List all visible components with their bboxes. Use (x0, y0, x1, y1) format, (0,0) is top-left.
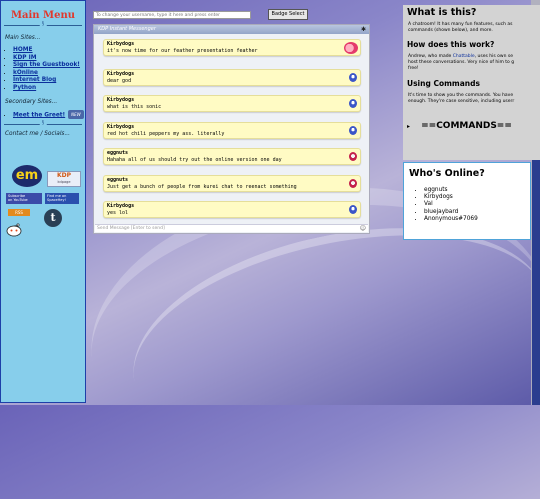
message-author: Kirbydogs (107, 41, 135, 47)
message-author: eggnuts (107, 150, 129, 156)
link-meet-the-greet[interactable]: Meet the Greet! (13, 112, 65, 118)
avatar-icon (349, 99, 357, 108)
link-python[interactable]: Python (13, 85, 36, 91)
message-text: Hahaha all of us should try out the onli… (107, 157, 282, 163)
divider: § (4, 21, 82, 27)
divider: § (4, 120, 82, 127)
info-intro: commands (shown below), and more. (408, 28, 493, 33)
avatar-icon (349, 205, 357, 214)
avatar-icon (349, 152, 357, 161)
page-edge (532, 160, 540, 405)
using-text: enough. They're case sensitive, includin… (408, 99, 515, 104)
gear-icon[interactable]: ✱ (361, 26, 366, 33)
chat-title: KDP Instant Messenger (98, 26, 156, 32)
main-links-list: HOME KDP IM Sign the Guestbook! kOnline … (1, 47, 85, 93)
message-text: it's now time for our feather presentati… (107, 48, 258, 54)
em-logo-icon[interactable]: em (12, 165, 42, 187)
message-text: red hot chili peppers my ass. literally (107, 131, 225, 137)
link-kdp-im[interactable]: KDP IM (13, 55, 37, 61)
message-author: Kirbydogs (107, 203, 135, 209)
online-user: Kirbydogs (424, 194, 530, 201)
chat-message: Kirbydogs what is this sonic (103, 95, 361, 112)
reddit-icon[interactable] (6, 222, 22, 237)
link-home[interactable]: HOME (13, 47, 33, 53)
chattable-link[interactable]: Chattable (453, 54, 475, 59)
spacehey-icon[interactable]: Find me on SpaceHey! (45, 193, 79, 204)
info-title: What is this? (407, 7, 477, 18)
tumblr-icon[interactable]: t (44, 209, 62, 227)
username-input[interactable]: To change your username, type it here an… (93, 11, 251, 19)
subscribe-youtube-icon[interactable]: Subscribe on YouTube (6, 193, 42, 204)
using-commands-title: Using Commands (407, 79, 480, 88)
send-message-input[interactable]: Send Message [Enter to send] (95, 224, 368, 232)
message-author: Kirbydogs (107, 71, 135, 77)
avatar-icon (349, 126, 357, 135)
message-author: Kirbydogs (107, 97, 135, 103)
chat-message: Kirbydogs yes lol (103, 201, 361, 218)
info-panel: What is this? A chatroom! It has many fu… (403, 5, 540, 160)
sidebar: Main Menu § Main Sites... HOME KDP IM Si… (0, 0, 86, 403)
secondary-links-list: Meet the Greet!NEW (1, 109, 85, 120)
main-sites-label: Main Sites... (5, 35, 41, 41)
message-text: yes lol (107, 210, 129, 216)
kdp-logo-icon[interactable]: KDP kdpage (47, 171, 81, 187)
chat-message: Kirbydogs it's now time for our feather … (103, 39, 361, 56)
chat-message: Kirbydogs dear god (103, 69, 361, 86)
link-internet-blog[interactable]: Internet Blog (13, 77, 56, 83)
message-text: dear god (107, 78, 132, 84)
online-user: eggnuts (424, 187, 530, 194)
chat-message: eggnuts Hahaha all of us should try out … (103, 148, 361, 165)
avatar-icon (349, 73, 357, 82)
avatar-icon (349, 179, 357, 188)
commands-header: ==COMMANDS== (421, 121, 512, 131)
badge-select-button[interactable]: Badge Select (268, 9, 308, 20)
whos-online-panel: Who's Online? eggnuts Kirbydogs Val blue… (403, 162, 531, 240)
link-konline[interactable]: kOnline (13, 70, 38, 76)
online-user: Anonymous#7069 (424, 216, 530, 223)
rss-icon[interactable]: RSS (8, 209, 30, 216)
how-text: free! (408, 66, 419, 71)
message-text: what is this sonic (107, 104, 162, 110)
message-text: Just get a bunch of people from kurei ch… (107, 184, 297, 190)
secondary-sites-label: Secondary Sites... (5, 98, 58, 105)
chat-message: Kirbydogs red hot chili peppers my ass. … (103, 122, 361, 139)
online-user: bluejaybard (424, 209, 530, 216)
contact-label: Contact me / Socials... (5, 131, 70, 138)
chat-title-bar: KDP Instant Messenger ✱ (94, 25, 369, 34)
emoji-icon[interactable]: ☺ (360, 225, 366, 232)
menu-title: Main Menu (10, 10, 76, 21)
avatar-icon (344, 42, 358, 54)
online-users-list: eggnuts Kirbydogs Val bluejaybard Anonym… (404, 187, 530, 223)
how-title: How does this work? (407, 40, 495, 49)
message-author: eggnuts (107, 177, 129, 183)
chat-window: KDP Instant Messenger ✱ Kirbydogs it's n… (93, 24, 370, 234)
commands-toggle[interactable]: ▸ ==COMMANDS== (403, 113, 540, 132)
expand-arrow-icon: ▸ (407, 123, 411, 130)
online-user: Val (424, 201, 530, 208)
message-author: Kirbydogs (107, 124, 135, 130)
online-title: Who's Online? (409, 168, 485, 179)
link-guestbook[interactable]: Sign the Guestbook! (13, 62, 80, 68)
new-badge: NEW (68, 109, 84, 120)
chat-message: eggnuts Just get a bunch of people from … (103, 175, 361, 192)
